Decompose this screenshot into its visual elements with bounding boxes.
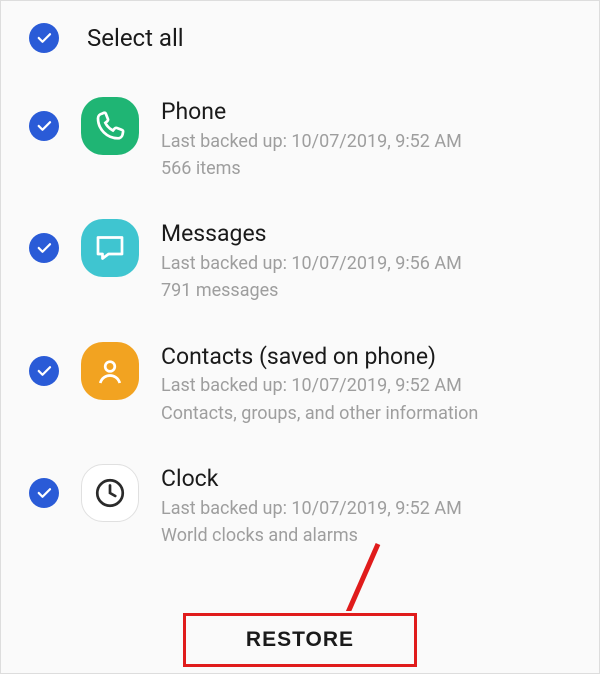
item-checkbox[interactable]: [29, 356, 59, 386]
restore-bar: RESTORE: [1, 611, 599, 669]
item-title: Phone: [161, 97, 571, 127]
restore-list-container: Select all Phone Last backed up: 10/07/2…: [1, 1, 599, 570]
phone-handset-icon: [92, 108, 128, 144]
item-text: Phone Last backed up: 10/07/2019, 9:52 A…: [161, 97, 571, 181]
item-detail: 566 items: [161, 156, 571, 181]
item-detail: Contacts, groups, and other information: [161, 401, 571, 426]
item-text: Contacts (saved on phone) Last backed up…: [161, 342, 571, 426]
item-detail: 791 messages: [161, 278, 571, 303]
contacts-icon: [81, 342, 139, 400]
item-checkbox[interactable]: [29, 111, 59, 141]
item-last-backup: Last backed up: 10/07/2019, 9:52 AM: [161, 129, 571, 154]
item-title: Clock: [161, 464, 571, 494]
check-icon: [35, 117, 53, 135]
check-icon: [35, 29, 53, 47]
select-all-label: Select all: [87, 24, 184, 52]
item-title: Contacts (saved on phone): [161, 342, 571, 372]
check-icon: [35, 484, 53, 502]
item-last-backup: Last backed up: 10/07/2019, 9:52 AM: [161, 373, 571, 398]
item-checkbox-col: [29, 97, 59, 141]
check-icon: [35, 362, 53, 380]
select-all-checkbox[interactable]: [29, 23, 59, 53]
item-checkbox-col: [29, 342, 59, 386]
item-checkbox[interactable]: [29, 233, 59, 263]
item-checkbox[interactable]: [29, 478, 59, 508]
phone-icon: [81, 97, 139, 155]
speech-bubble-icon: [92, 230, 128, 266]
list-item[interactable]: Contacts (saved on phone) Last backed up…: [1, 326, 599, 448]
restore-button[interactable]: RESTORE: [183, 613, 417, 667]
item-text: Clock Last backed up: 10/07/2019, 9:52 A…: [161, 464, 571, 548]
clock-icon: [81, 464, 139, 522]
item-checkbox-col: [29, 219, 59, 263]
person-icon: [92, 353, 128, 389]
item-detail: World clocks and alarms: [161, 523, 571, 548]
list-item[interactable]: Phone Last backed up: 10/07/2019, 9:52 A…: [1, 81, 599, 203]
item-last-backup: Last backed up: 10/07/2019, 9:56 AM: [161, 251, 571, 276]
select-all-row[interactable]: Select all: [1, 1, 599, 81]
item-last-backup: Last backed up: 10/07/2019, 9:52 AM: [161, 496, 571, 521]
list-item[interactable]: Messages Last backed up: 10/07/2019, 9:5…: [1, 203, 599, 325]
messages-icon: [81, 219, 139, 277]
item-title: Messages: [161, 219, 571, 249]
check-icon: [35, 239, 53, 257]
list-item[interactable]: Clock Last backed up: 10/07/2019, 9:52 A…: [1, 448, 599, 570]
clock-face-icon: [92, 475, 128, 511]
item-checkbox-col: [29, 464, 59, 508]
item-text: Messages Last backed up: 10/07/2019, 9:5…: [161, 219, 571, 303]
